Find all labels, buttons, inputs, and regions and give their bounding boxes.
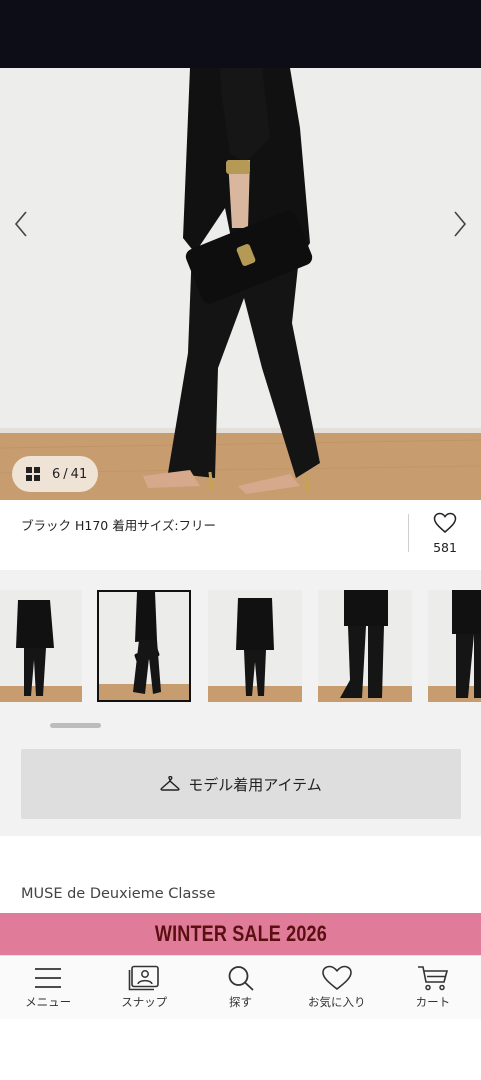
thumbnail-scroll-indicator[interactable] [50,723,101,728]
search-icon [228,966,254,991]
favorite-button[interactable]: 581 [420,512,470,555]
next-image-button[interactable] [445,204,475,244]
nav-cart-label: カート [415,995,451,1009]
model-items-button[interactable]: モデル着用アイテム [21,749,461,819]
model-items-label: モデル着用アイテム [188,775,322,794]
image-counter[interactable]: 6 / 41 [12,456,98,492]
sale-banner-text: WINTER SALE 2026 [154,921,327,946]
cart-icon [417,966,448,991]
heart-icon [433,512,457,533]
thumbnail-item[interactable] [318,590,412,702]
thumbnail-item[interactable] [428,590,481,702]
thumbnail-section: モデル着用アイテム [0,570,481,836]
sale-banner[interactable]: WINTER SALE 2026 [0,913,481,955]
favorite-count: 581 [433,540,457,555]
nav-menu[interactable]: メニュー [0,956,96,1019]
thumbnail-item[interactable] [208,590,302,702]
grid-icon [26,467,40,481]
nav-snap[interactable]: スナップ [96,956,192,1019]
previous-image-button[interactable] [6,204,36,244]
image-counter-separator: / [63,466,68,482]
thumbnail-strip[interactable] [0,588,481,704]
product-main-image [0,68,481,500]
image-info-row: ブラック H170 着用サイズ:フリー 581 [0,500,481,570]
chevron-left-icon [14,211,27,237]
nav-search-label: 探す [229,995,252,1009]
nav-favorites-label: お気に入り [307,995,366,1009]
nav-menu-label: メニュー [25,995,72,1009]
nav-snap-label: スナップ [121,995,168,1009]
divider [408,514,409,552]
thumbnail-item[interactable] [0,590,82,702]
image-caption: ブラック H170 着用サイズ:フリー [21,518,217,533]
chevron-right-icon [454,211,467,237]
hanger-icon [160,776,180,791]
brand-name[interactable]: MUSE de Deuxieme Classe [21,886,215,902]
product-image-carousel[interactable]: 6 / 41 [0,68,481,500]
nav-search[interactable]: 探す [192,956,288,1019]
snap-icon [128,965,160,991]
status-bar [0,0,481,68]
nav-favorites[interactable]: お気に入り [289,956,385,1019]
thumbnail-item-selected[interactable] [97,590,191,702]
image-counter-total: 41 [70,466,88,482]
image-counter-current: 6 [52,466,61,482]
menu-icon [35,968,62,988]
bottom-navigation: メニュー スナップ 探す お気に入り カート [0,955,481,1019]
nav-cart[interactable]: カート [385,956,481,1019]
heart-icon [321,965,352,991]
